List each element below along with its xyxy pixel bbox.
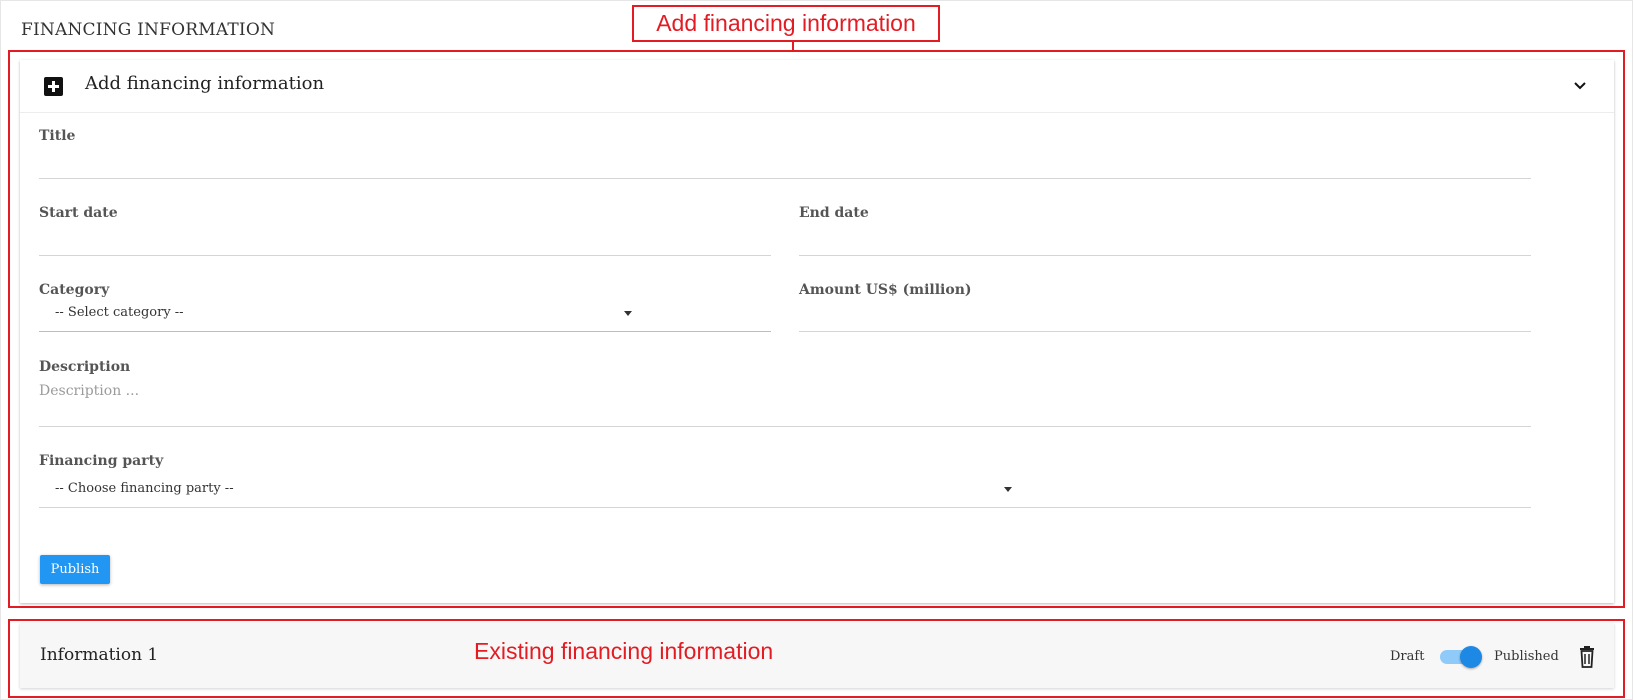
category-selected-value: -- Select category -- bbox=[55, 305, 184, 320]
financing-party-label: Financing party bbox=[39, 453, 164, 469]
start-date-label: Start date bbox=[39, 205, 118, 221]
financing-party-select[interactable]: -- Choose financing party -- bbox=[39, 475, 1531, 505]
trash-icon[interactable] bbox=[1577, 646, 1597, 668]
publish-button[interactable]: Publish bbox=[40, 555, 110, 584]
description-underline bbox=[39, 426, 1531, 427]
title-label: Title bbox=[39, 128, 76, 144]
add-financing-card: Add financing information Title Start da… bbox=[20, 60, 1614, 603]
amount-underline bbox=[799, 331, 1531, 332]
annotation-add-label: Add financing information bbox=[632, 5, 940, 42]
annotation-connector bbox=[792, 42, 794, 51]
existing-financing-item[interactable]: Information 1 Draft Published bbox=[20, 623, 1614, 688]
add-financing-header-title: Add financing information bbox=[85, 73, 325, 94]
title-underline bbox=[39, 178, 1531, 179]
existing-item-title: Information 1 bbox=[40, 645, 159, 665]
end-date-input[interactable] bbox=[799, 230, 1531, 254]
plus-square-icon bbox=[44, 77, 63, 96]
amount-label: Amount US$ (million) bbox=[799, 282, 972, 298]
section-title: FINANCING INFORMATION bbox=[21, 20, 276, 40]
start-date-input[interactable] bbox=[39, 230, 771, 254]
published-label: Published bbox=[1494, 649, 1559, 664]
description-label: Description bbox=[39, 359, 131, 375]
title-input[interactable] bbox=[39, 152, 1531, 176]
caret-down-icon bbox=[624, 311, 632, 316]
category-label: Category bbox=[39, 282, 110, 298]
start-date-underline bbox=[39, 255, 771, 256]
draft-label: Draft bbox=[1390, 649, 1425, 664]
category-select[interactable]: -- Select category -- bbox=[39, 300, 771, 330]
end-date-underline bbox=[799, 255, 1531, 256]
annotation-existing-label: Existing financing information bbox=[474, 638, 774, 664]
description-input[interactable] bbox=[39, 380, 1531, 402]
add-financing-header[interactable]: Add financing information bbox=[20, 60, 1614, 113]
amount-input[interactable] bbox=[799, 306, 1531, 330]
end-date-label: End date bbox=[799, 205, 869, 221]
category-underline bbox=[39, 331, 771, 332]
caret-down-icon bbox=[1004, 487, 1012, 492]
publish-toggle-thumb[interactable] bbox=[1460, 646, 1482, 668]
chevron-down-icon[interactable] bbox=[1572, 77, 1588, 93]
financing-party-selected-value: -- Choose financing party -- bbox=[55, 481, 234, 496]
financing-party-underline bbox=[39, 507, 1531, 508]
